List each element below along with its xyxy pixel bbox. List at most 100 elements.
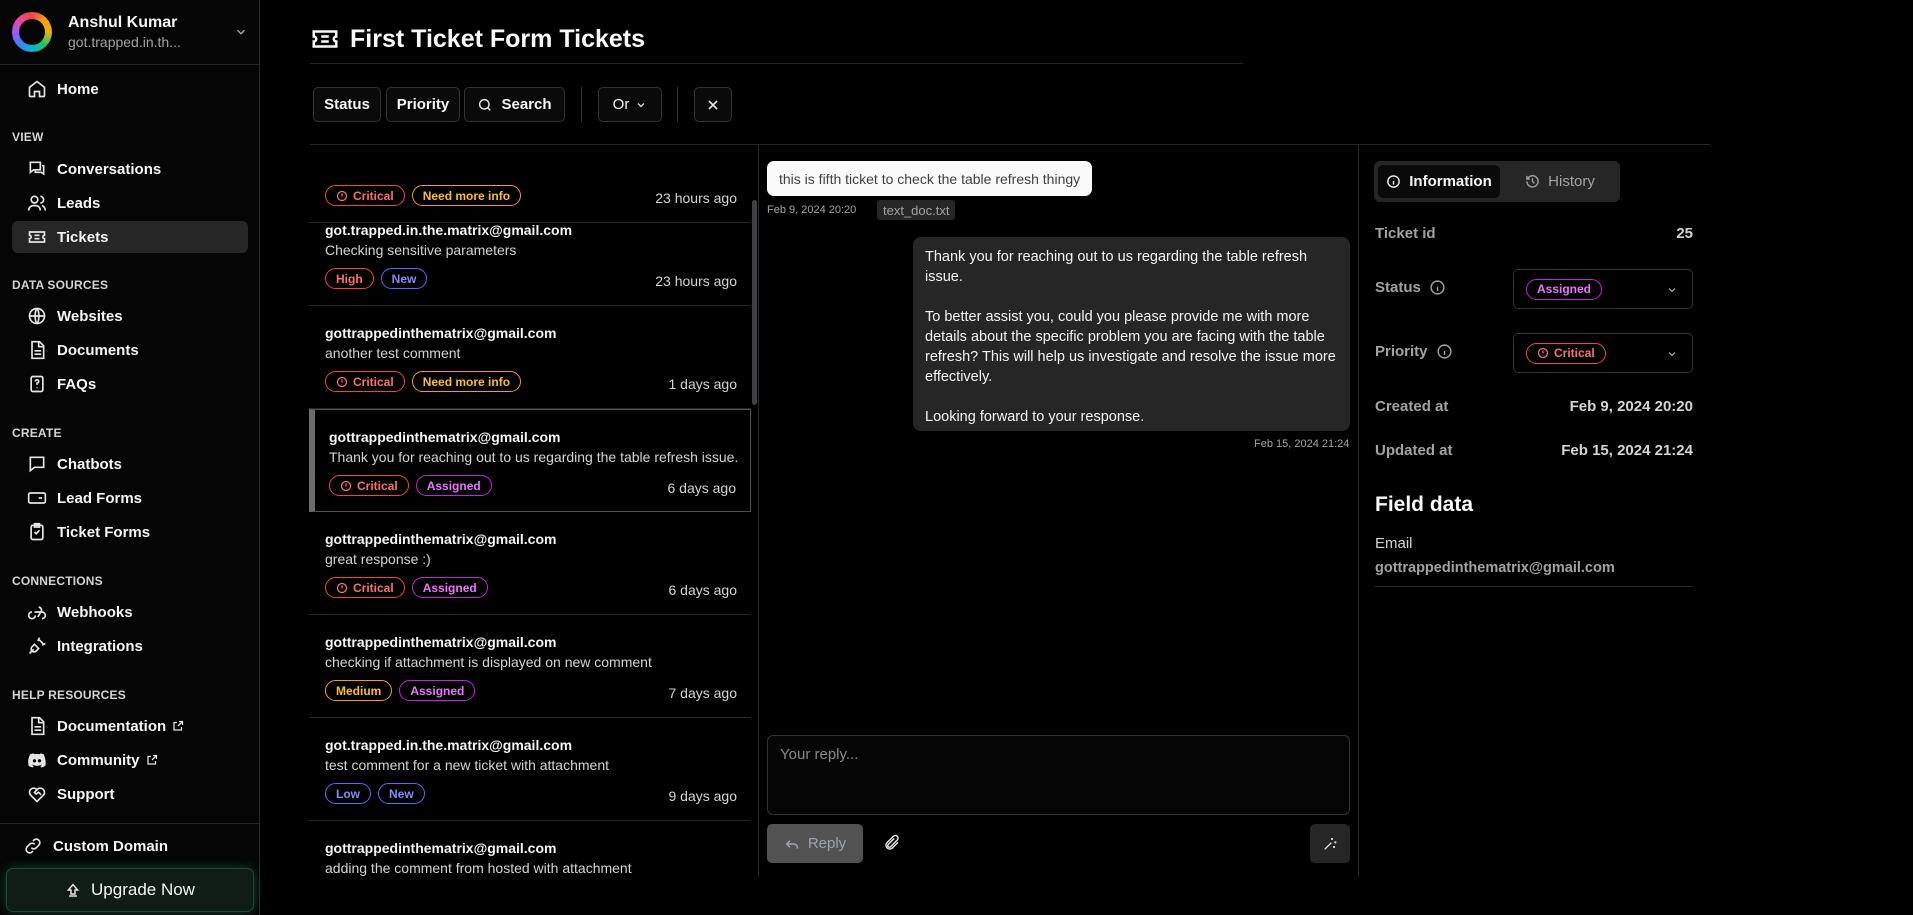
chat-icon xyxy=(29,161,45,176)
status-badge: High xyxy=(325,268,374,289)
chevron-down-icon xyxy=(1668,288,1676,293)
nav-home[interactable]: Home xyxy=(12,73,248,105)
nav-conversations[interactable]: Conversations xyxy=(12,153,248,185)
ticket-time: 1 days ago xyxy=(668,376,738,392)
status-badge: New xyxy=(378,783,425,804)
close-icon xyxy=(708,99,718,110)
info-icon[interactable] xyxy=(1436,343,1453,360)
priority-filter-button[interactable]: Priority xyxy=(386,87,460,122)
clear-filters-button[interactable] xyxy=(694,87,732,122)
nav-leads[interactable]: Leads xyxy=(12,187,248,219)
badge-label: Critical xyxy=(357,478,398,493)
nav-integrations[interactable]: Integrations xyxy=(12,630,248,662)
nav-websites[interactable]: Websites xyxy=(12,300,248,332)
ticket-row[interactable]: got.trapped.in.the.matrix@gmail.com test … xyxy=(309,718,751,821)
tab-history[interactable]: History xyxy=(1504,165,1616,198)
ticket-row[interactable]: gottrappedinthematrix@gmail.com Thank you… xyxy=(309,409,751,512)
nav-ticket-forms-label: Ticket Forms xyxy=(57,523,151,541)
status-badge: Low xyxy=(325,783,371,804)
divider xyxy=(581,87,582,122)
reply-icon xyxy=(785,839,798,849)
ticket-email: gottrappedinthematrix@gmail.com xyxy=(325,325,557,341)
nav-tickets[interactable]: Tickets xyxy=(12,221,248,253)
globe-icon xyxy=(28,307,46,325)
agent-message-paragraph: Looking forward to your response. xyxy=(925,409,1145,425)
ticket-list-scrollbar[interactable] xyxy=(752,200,757,405)
status-label-text: Status xyxy=(1375,279,1421,296)
badge-label: Assigned xyxy=(422,580,477,595)
paperclip-icon[interactable] xyxy=(883,834,901,852)
nav-documentation[interactable]: Documentation xyxy=(12,710,248,742)
external-link-icon xyxy=(146,754,157,765)
user-message-time: Feb 9, 2024 20:20 xyxy=(767,204,857,216)
ai-assist-button[interactable] xyxy=(1310,824,1350,863)
account-switcher[interactable]: Anshul Kumar got.trapped.in.th... xyxy=(12,12,248,52)
status-filter-button[interactable]: Status xyxy=(313,87,381,122)
status-label: Status xyxy=(1375,279,1446,296)
priority-badge-label: Critical xyxy=(1554,346,1595,360)
search-label: Search xyxy=(501,96,552,113)
field-data-title: Field data xyxy=(1375,493,1474,516)
ticket-row[interactable]: got.trapped.in.the.matrix@gmail.com Check… xyxy=(309,203,751,306)
nav-documents[interactable]: Documents xyxy=(12,334,248,366)
ticket-row[interactable]: gottrappedinthematrix@gmail.com checking … xyxy=(309,615,751,718)
status-select[interactable]: Assigned xyxy=(1513,269,1693,309)
nav-webhooks[interactable]: Webhooks xyxy=(12,596,248,628)
ticket-icon xyxy=(28,231,46,243)
divider xyxy=(677,87,678,122)
reply-input[interactable]: Your reply... xyxy=(767,735,1350,815)
nav-chatbots[interactable]: Chatbots xyxy=(12,448,248,480)
ticket-row[interactable]: gottrappedinthematrix@gmail.com adding th… xyxy=(309,821,751,877)
priority-badge: Critical xyxy=(1526,342,1606,364)
account-email: got.trapped.in.th... xyxy=(68,34,181,50)
updated-at-label: Updated at xyxy=(1375,442,1453,459)
external-link-icon xyxy=(173,720,184,731)
search-button[interactable]: Search xyxy=(464,87,565,122)
divider xyxy=(0,823,260,824)
status-badge: Assigned xyxy=(411,577,488,598)
upgrade-button[interactable]: Upgrade Now xyxy=(7,869,253,911)
status-badge: Assigned xyxy=(399,680,476,701)
status-badge: Critical xyxy=(325,371,405,392)
sidebar: Anshul Kumar got.trapped.in.th... Home V… xyxy=(0,0,260,915)
ticket-time: 23 hours ago xyxy=(655,273,737,289)
status-badge: Assigned xyxy=(1526,278,1603,300)
ticket-badges: Medium Assigned xyxy=(325,680,476,701)
chevron-down-icon xyxy=(637,102,645,107)
ticket-preview: Checking sensitive parameters xyxy=(325,242,517,258)
priority-select[interactable]: Critical xyxy=(1513,333,1693,373)
alert-circle-icon xyxy=(340,480,352,491)
nav-custom-domain[interactable]: Custom Domain xyxy=(8,830,244,862)
alert-circle-icon xyxy=(336,190,348,201)
nav-ticket-forms[interactable]: Ticket Forms xyxy=(12,516,248,548)
faq-icon xyxy=(30,375,44,393)
badge-label: New xyxy=(391,271,417,286)
operator-select[interactable]: Or xyxy=(598,87,662,122)
status-badge: Critical xyxy=(325,577,405,598)
history-icon xyxy=(1526,175,1539,188)
divider xyxy=(1358,145,1359,877)
nav-chatbots-label: Chatbots xyxy=(57,455,122,473)
nav-faqs[interactable]: FAQs xyxy=(12,368,248,400)
nav-support[interactable]: Support xyxy=(12,778,248,810)
section-data-sources: DATA SOURCES xyxy=(12,278,109,292)
nav-community-label: Community xyxy=(57,751,140,769)
reply-button[interactable]: Reply xyxy=(767,824,863,863)
ticket-badges: High New xyxy=(325,268,428,289)
document-icon xyxy=(31,340,45,360)
divider xyxy=(310,63,1243,64)
nav-webhooks-label: Webhooks xyxy=(57,603,133,621)
info-icon[interactable] xyxy=(1429,279,1446,296)
ticket-row[interactable]: gottrappedinthematrix@gmail.com great res… xyxy=(309,512,751,615)
nav-community[interactable]: Community xyxy=(12,744,248,776)
ticket-row[interactable]: gottrappedinthematrix@gmail.com another t… xyxy=(309,306,751,409)
chatbot-icon xyxy=(29,456,45,473)
status-badge: Need more info xyxy=(411,371,522,392)
nav-lead-forms[interactable]: Lead Forms xyxy=(12,482,248,514)
badge-label: High xyxy=(336,271,363,286)
divider xyxy=(758,145,759,877)
priority-label: Priority xyxy=(1375,343,1453,360)
tab-information[interactable]: Information xyxy=(1378,165,1500,198)
attachment-chip[interactable]: text_doc.txt xyxy=(877,200,956,220)
tab-information-label: Information xyxy=(1409,173,1492,190)
